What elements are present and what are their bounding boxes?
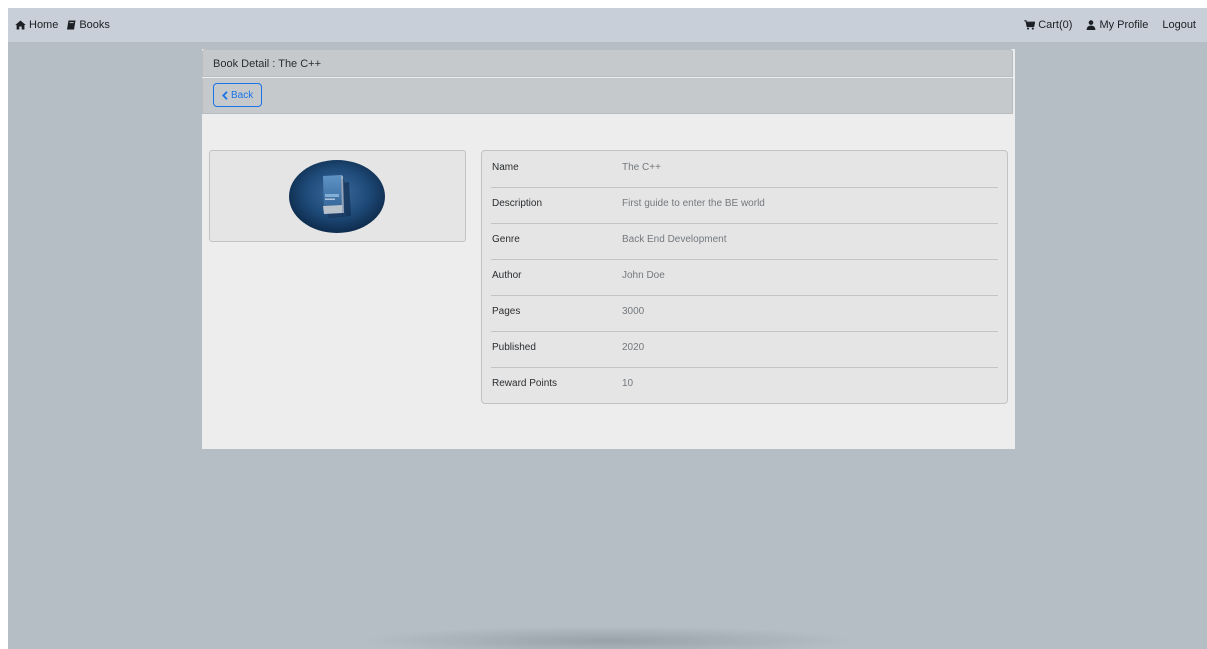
detail-label: Author [492,270,522,281]
detail-value: John Doe [622,270,665,281]
book-icon [66,20,76,30]
detail-label: Genre [492,234,520,245]
page-title: Book Detail : The C++ [213,58,322,70]
detail-value: 2020 [622,342,645,353]
nav-books-link[interactable]: Books [66,19,110,31]
panel-header: Book Detail : The C++ [202,49,1013,77]
detail-label: Published [492,342,536,353]
back-button[interactable]: Back [213,83,263,107]
back-button-label: Back [231,89,254,101]
detail-value: First guide to enter the BE world [622,198,765,209]
detail-row-name: Name The C++ [491,151,998,188]
book-detail-panel: Book Detail : The C++ Back Name The C++ … [202,49,1015,449]
book-details-card: Name The C++ Description First guide to … [481,150,1008,404]
detail-label: Name [492,162,519,173]
detail-value: 3000 [622,306,645,317]
panel-toolbar: Back [202,78,1013,114]
app-frame: Home Books Cart(0) My Profile Logout Boo… [8,8,1207,649]
nav-logout-link[interactable]: Logout [1162,19,1196,31]
cart-icon [1024,20,1036,30]
detail-label: Reward Points [492,378,558,389]
bottom-shadow [358,626,858,649]
nav-cart-link[interactable]: Cart(0) [1024,19,1072,31]
nav-profile-link[interactable]: My Profile [1086,19,1148,31]
nav-books-label: Books [79,19,110,31]
detail-label: Description [492,198,543,209]
nav-home-label: Home [29,19,59,31]
nav-home-link[interactable]: Home [15,19,58,31]
detail-label: Pages [492,306,521,317]
nav-cart-label: Cart(0) [1038,19,1073,31]
nav-profile-label: My Profile [1099,19,1149,31]
top-navbar: Home Books Cart(0) My Profile Logout [8,8,1207,42]
detail-row-published: Published 2020 [491,331,998,368]
user-icon [1086,20,1096,30]
book-image-card [209,150,466,242]
chevron-left-icon [222,90,228,100]
nav-left-group: Home Books [15,8,118,42]
nav-logout-label: Logout [1162,19,1196,31]
book-cover-image [289,160,385,233]
detail-row-pages: Pages 3000 [491,295,998,332]
detail-value: Back End Development [622,234,727,245]
home-icon [15,20,26,30]
detail-row-description: Description First guide to enter the BE … [491,187,998,224]
detail-row-genre: Genre Back End Development [491,223,998,260]
detail-row-author: Author John Doe [491,259,998,296]
detail-value: 10 [622,378,634,389]
nav-right-group: Cart(0) My Profile Logout [1010,8,1196,42]
detail-row-reward-points: Reward Points 10 [491,367,998,403]
detail-value: The C++ [622,162,661,173]
